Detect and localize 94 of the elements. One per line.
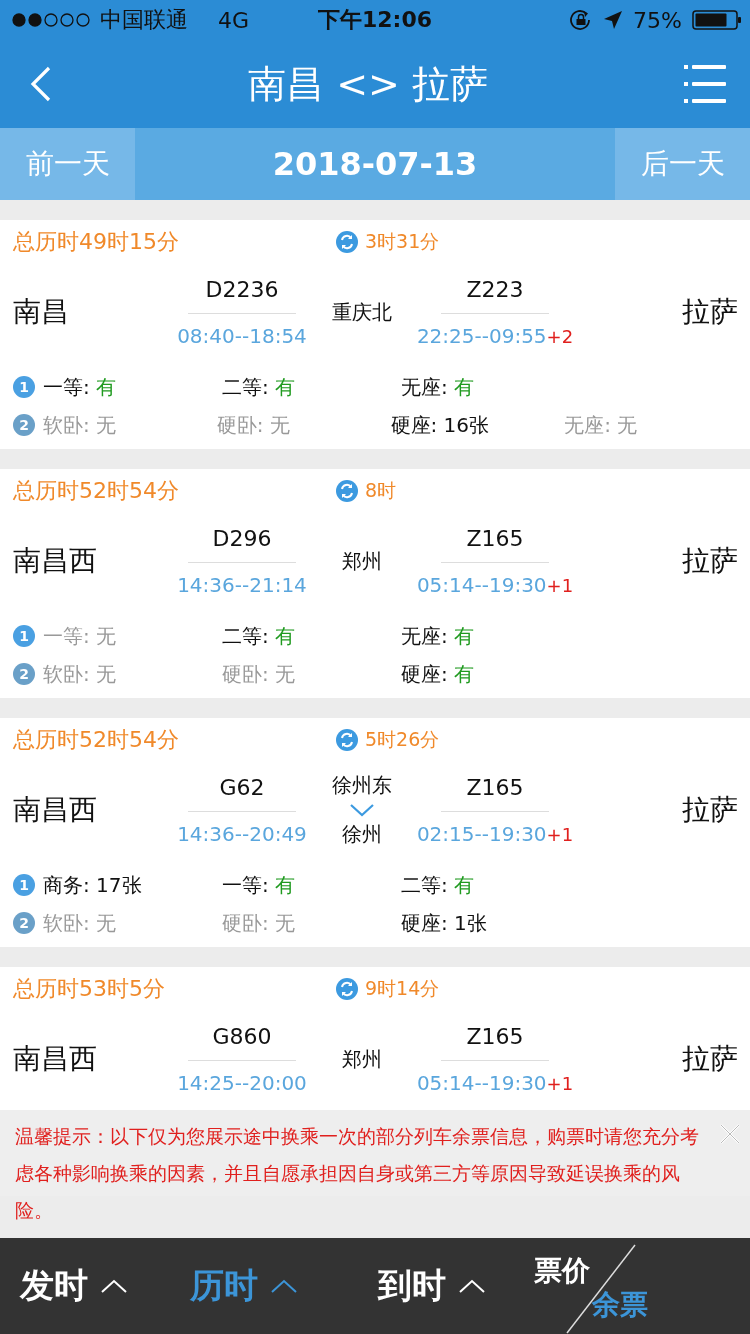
train-times: 14:36--21:14	[177, 572, 307, 597]
seat-availability: 无座: 有	[401, 622, 476, 650]
day-offset: +2	[546, 325, 574, 347]
seat-availability: 一等: 有	[222, 871, 297, 899]
battery-percent: 75%	[633, 7, 682, 33]
transfer-wait: 8时	[365, 478, 397, 503]
total-duration: 总历时52时54分	[13, 477, 180, 505]
seat-availability: 二等: 有	[222, 373, 297, 401]
seat-availability: 商务: 17张	[43, 871, 143, 899]
seat-availability: 一等: 无	[43, 622, 118, 650]
transfer-wait: 9时14分	[365, 976, 440, 1001]
arrival-station: 拉萨	[682, 1041, 738, 1077]
sort-mode-toggle[interactable]: 余票	[592, 1286, 648, 1324]
train-times: 02:15--19:30	[416, 821, 547, 846]
back-button[interactable]	[30, 66, 52, 102]
seat-availability: 软卧: 无	[43, 660, 118, 688]
train-number: Z165	[466, 774, 524, 802]
train-times: 14:25--20:00	[177, 1070, 307, 1095]
departure-station: 南昌西	[13, 1041, 98, 1077]
transfer-station: 郑州	[342, 547, 382, 575]
total-duration: 总历时49时15分	[13, 228, 180, 256]
arrival-station: 拉萨	[682, 543, 738, 579]
network-type: 4G	[218, 7, 250, 33]
route-title: 南昌 <> 拉萨	[248, 60, 488, 108]
sort-mode-toggle[interactable]: 票价	[534, 1252, 590, 1290]
seat-availability: 无座: 无	[564, 411, 639, 439]
day-offset: +1	[546, 823, 574, 845]
day-offset: +1	[546, 574, 574, 596]
train-times: 14:36--20:49	[177, 821, 307, 846]
seat-availability: 硬卧: 无	[222, 660, 297, 688]
class-badge: 2	[13, 414, 35, 436]
train-times: 22:25--09:55	[416, 323, 547, 348]
train-times: 05:14--19:30	[416, 1070, 547, 1095]
seat-availability: 软卧: 无	[43, 411, 118, 439]
train-number: D296	[212, 525, 272, 553]
seat-availability: 硬卧: 无	[222, 909, 297, 937]
seat-availability: 软卧: 无	[43, 909, 118, 937]
seat-availability: 二等: 有	[222, 622, 297, 650]
arrival-station: 拉萨	[682, 792, 738, 828]
departure-station: 南昌	[13, 294, 70, 330]
seat-availability: 二等: 有	[401, 871, 476, 899]
sort-tab[interactable]: 历时	[150, 1263, 338, 1309]
train-number: Z165	[466, 525, 524, 553]
battery-icon	[692, 9, 742, 31]
menu-button[interactable]	[684, 64, 726, 104]
class-badge: 1	[13, 874, 35, 896]
transfer-icon	[335, 230, 359, 254]
sort-tab[interactable]: 发时	[0, 1263, 150, 1309]
caret-up-icon	[270, 1278, 298, 1294]
train-number: Z223	[466, 276, 524, 304]
train-times: 05:14--19:30	[416, 572, 547, 597]
seat-availability: 硬卧: 无	[216, 411, 291, 439]
class-badge: 2	[13, 912, 35, 934]
transfer-wait: 3时31分	[365, 229, 440, 254]
departure-station: 南昌西	[13, 543, 98, 579]
day-offset: +1	[546, 1072, 574, 1094]
transfer-wait: 5时26分	[365, 727, 440, 752]
sort-tab[interactable]: 到时	[338, 1263, 526, 1309]
train-number: G860	[212, 1023, 272, 1051]
arrival-station: 拉萨	[682, 294, 738, 330]
train-number: G62	[219, 774, 265, 802]
date-label: 2018-07-13	[271, 144, 479, 185]
carrier-name: 中国联通	[100, 6, 188, 34]
departure-station: 南昌西	[13, 792, 98, 828]
location-arrow-icon	[603, 10, 624, 30]
class-badge: 1	[13, 376, 35, 398]
seat-availability: 硬座: 16张	[390, 411, 491, 439]
close-button[interactable]	[720, 1124, 740, 1144]
transfer-station: 徐州	[342, 821, 382, 848]
signal-icon	[12, 13, 90, 27]
caret-up-icon	[100, 1278, 128, 1294]
train-times: 08:40--18:54	[177, 323, 307, 348]
clock-time: 下午12:06	[318, 6, 432, 34]
transfer-icon	[335, 728, 359, 752]
seat-availability: 硬座: 1张	[401, 909, 488, 937]
train-number: Z165	[466, 1023, 524, 1051]
class-badge: 2	[13, 663, 35, 685]
transfer-station: 重庆北	[332, 298, 392, 326]
class-badge: 1	[13, 625, 35, 647]
transfer-icon	[335, 977, 359, 1001]
total-duration: 总历时53时5分	[13, 975, 166, 1003]
transfer-icon	[335, 479, 359, 503]
seat-availability: 硬座: 有	[401, 660, 476, 688]
route-card[interactable]: 总历时49时15分 3时31分 南昌 D2236 08:40--18:54 Z223 22:25--09:55+2 重庆北 拉萨 1 一等: 有 二等: 有 无座: 有 2 软卧: 无 硬卧: 无 硬座: 16张 无座: 无	[0, 220, 750, 449]
transfer-station: 郑州	[342, 1045, 382, 1073]
route-card[interactable]: 总历时52时54分 8时 南昌西 D296 14:36--21:14 Z165 05:14--19:30+1 郑州 拉萨 1 一等: 无 二等: 有 无座: 有 2 软卧: 无 硬卧: 无 硬座: 有	[0, 469, 750, 698]
train-number: D2236	[205, 276, 279, 304]
route-card[interactable]: 总历时52时54分 5时26分 南昌西 G62 14:36--20:49 Z165 02:15--19:30+1 徐州东 徐州 拉萨 1 商务: 17张 一等: 有 二等: 有 2 软卧: 无 硬卧: 无 硬座: 1张	[0, 718, 750, 947]
caret-up-icon	[458, 1278, 486, 1294]
seat-availability: 无座: 有	[401, 373, 476, 401]
seat-availability: 一等: 有	[43, 373, 118, 401]
chevron-down-icon	[349, 803, 375, 817]
total-duration: 总历时52时54分	[13, 726, 180, 754]
transfer-station: 徐州东	[332, 772, 392, 799]
